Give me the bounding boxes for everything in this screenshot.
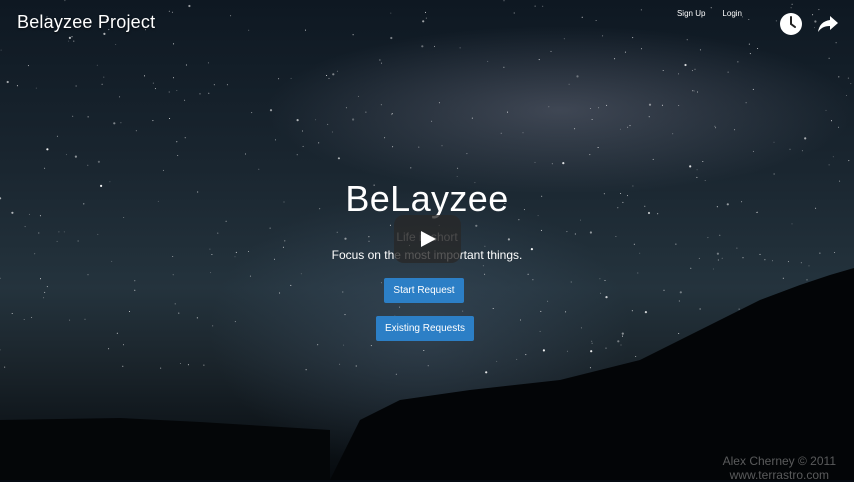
hero-title: BeLayzee bbox=[345, 178, 509, 219]
play-button[interactable] bbox=[394, 215, 461, 263]
clock-icon[interactable] bbox=[779, 12, 803, 36]
video-title[interactable]: Belayzee Project bbox=[17, 12, 155, 33]
play-icon bbox=[421, 231, 436, 247]
photo-credit-watermark: Alex Cherney © 2011 www.terrastro.com bbox=[723, 454, 836, 482]
existing-requests-button[interactable]: Existing Requests bbox=[376, 316, 474, 341]
login-link[interactable]: Login bbox=[722, 9, 742, 18]
share-arrow-icon[interactable] bbox=[816, 12, 840, 36]
start-request-button[interactable]: Start Request bbox=[384, 278, 464, 303]
signup-link[interactable]: Sign Up bbox=[677, 9, 705, 18]
top-nav: Sign Up Login bbox=[677, 9, 742, 18]
credit-line-1: Alex Cherney © 2011 bbox=[722, 454, 836, 468]
